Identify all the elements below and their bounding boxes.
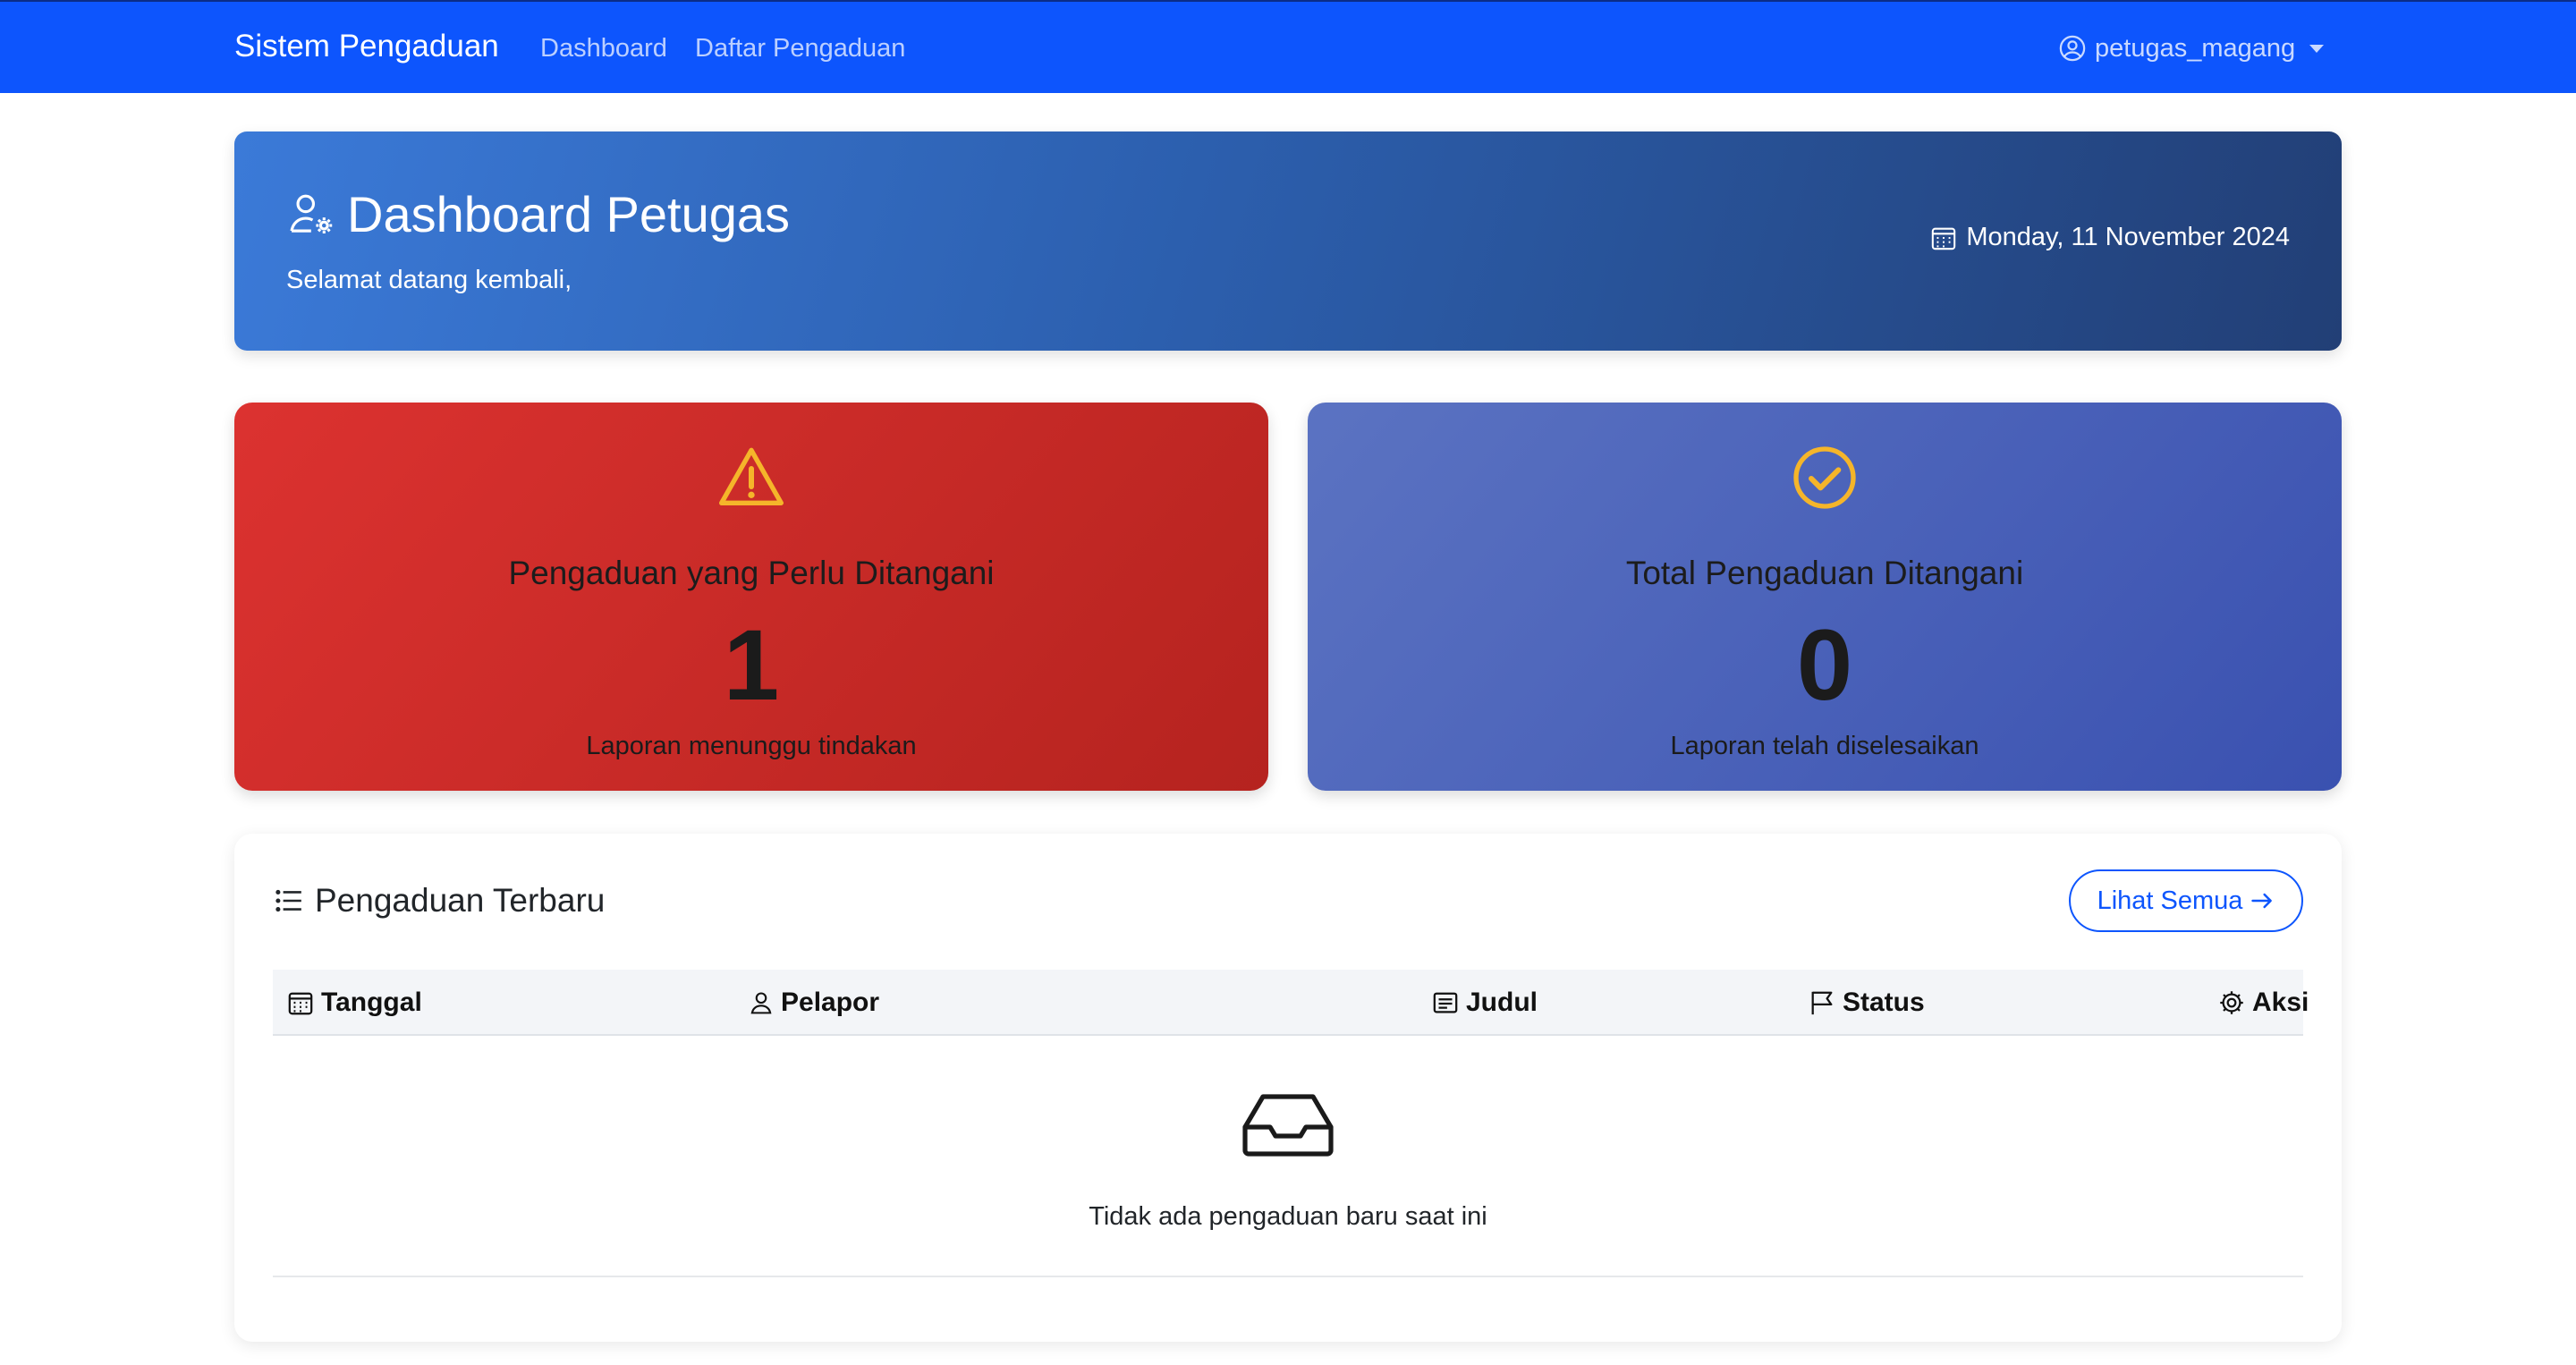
top-navbar: Sistem Pengaduan Dashboard Daftar Pengad…: [0, 0, 2576, 93]
stat-value: 0: [1796, 609, 1853, 721]
current-date-text: Monday, 11 November 2024: [1966, 223, 2290, 251]
list-icon: [275, 889, 301, 912]
inbox-icon: [1241, 1093, 1335, 1162]
document-icon: [1433, 992, 1458, 1013]
brand-link[interactable]: Sistem Pengaduan: [234, 29, 499, 64]
recent-complaints-title: Pengaduan Terbaru: [274, 882, 605, 920]
column-label: Tanggal: [321, 988, 422, 1017]
stat-description: Laporan menunggu tindakan: [586, 732, 917, 760]
column-label: Pelapor: [781, 988, 880, 1017]
username-label: petugas_magang: [2095, 33, 2296, 63]
nav-link-daftar-pengaduan[interactable]: Daftar Pengaduan: [695, 34, 905, 64]
gear-icon: [2220, 991, 2243, 1014]
user-circle-icon: [2059, 35, 2086, 62]
recent-complaints-title-text: Pengaduan Terbaru: [315, 882, 606, 919]
page-title: Dashboard Petugas: [286, 185, 790, 243]
view-all-label: Lihat Semua: [2097, 886, 2243, 915]
current-date: Monday, 11 November 2024: [1930, 223, 2290, 252]
column-header-aksi[interactable]: Aksi: [2218, 970, 2309, 1036]
column-header-status[interactable]: Status: [1809, 970, 1925, 1036]
calendar-icon: [288, 992, 313, 1015]
user-gear-icon: [290, 194, 333, 233]
chevron-down-icon: [2309, 44, 2325, 53]
recent-complaints-panel: Pengaduan Terbaru Lihat Semua Tanggal Pe…: [234, 834, 2342, 1342]
stat-value: 1: [723, 609, 780, 721]
welcome-text: Selamat datang kembali,: [286, 266, 572, 294]
stat-description: Laporan telah diselesaikan: [1670, 732, 1979, 760]
arrow-right-icon: [2251, 893, 2273, 909]
column-label: Judul: [1466, 988, 1538, 1017]
calendar-icon: [1932, 227, 1956, 250]
table-header-row: Tanggal Pelapor Judul Status Aksi: [273, 970, 2309, 1036]
flag-icon: [1811, 991, 1833, 1015]
stat-title: Pengaduan yang Perlu Ditangani: [508, 555, 995, 591]
column-label: Aksi: [2252, 988, 2309, 1017]
nav-link-dashboard[interactable]: Dashboard: [540, 34, 667, 64]
view-all-button[interactable]: Lihat Semua: [2069, 869, 2303, 932]
warning-triangle-icon: [716, 442, 787, 518]
dashboard-header-banner: Dashboard Petugas Selamat datang kembali…: [234, 131, 2342, 351]
handled-complaints-card[interactable]: Total Pengaduan Ditangani 0 Laporan tela…: [1308, 403, 2342, 791]
column-header-pelapor[interactable]: Pelapor: [749, 970, 879, 1036]
column-label: Status: [1843, 988, 1925, 1017]
column-header-tanggal[interactable]: Tanggal: [287, 970, 422, 1036]
empty-state-message: Tidak ada pengaduan baru saat ini: [1089, 1202, 1487, 1231]
page-title-text: Dashboard Petugas: [347, 186, 791, 242]
table-divider: [273, 1276, 2303, 1277]
column-header-judul[interactable]: Judul: [1432, 970, 1538, 1036]
pending-complaints-card[interactable]: Pengaduan yang Perlu Ditangani 1 Laporan…: [234, 403, 1268, 791]
user-menu-dropdown[interactable]: petugas_magang: [2059, 32, 2325, 64]
stat-title: Total Pengaduan Ditangani: [1625, 555, 2024, 591]
check-circle-icon: [1789, 442, 1860, 518]
person-icon: [750, 992, 772, 1014]
